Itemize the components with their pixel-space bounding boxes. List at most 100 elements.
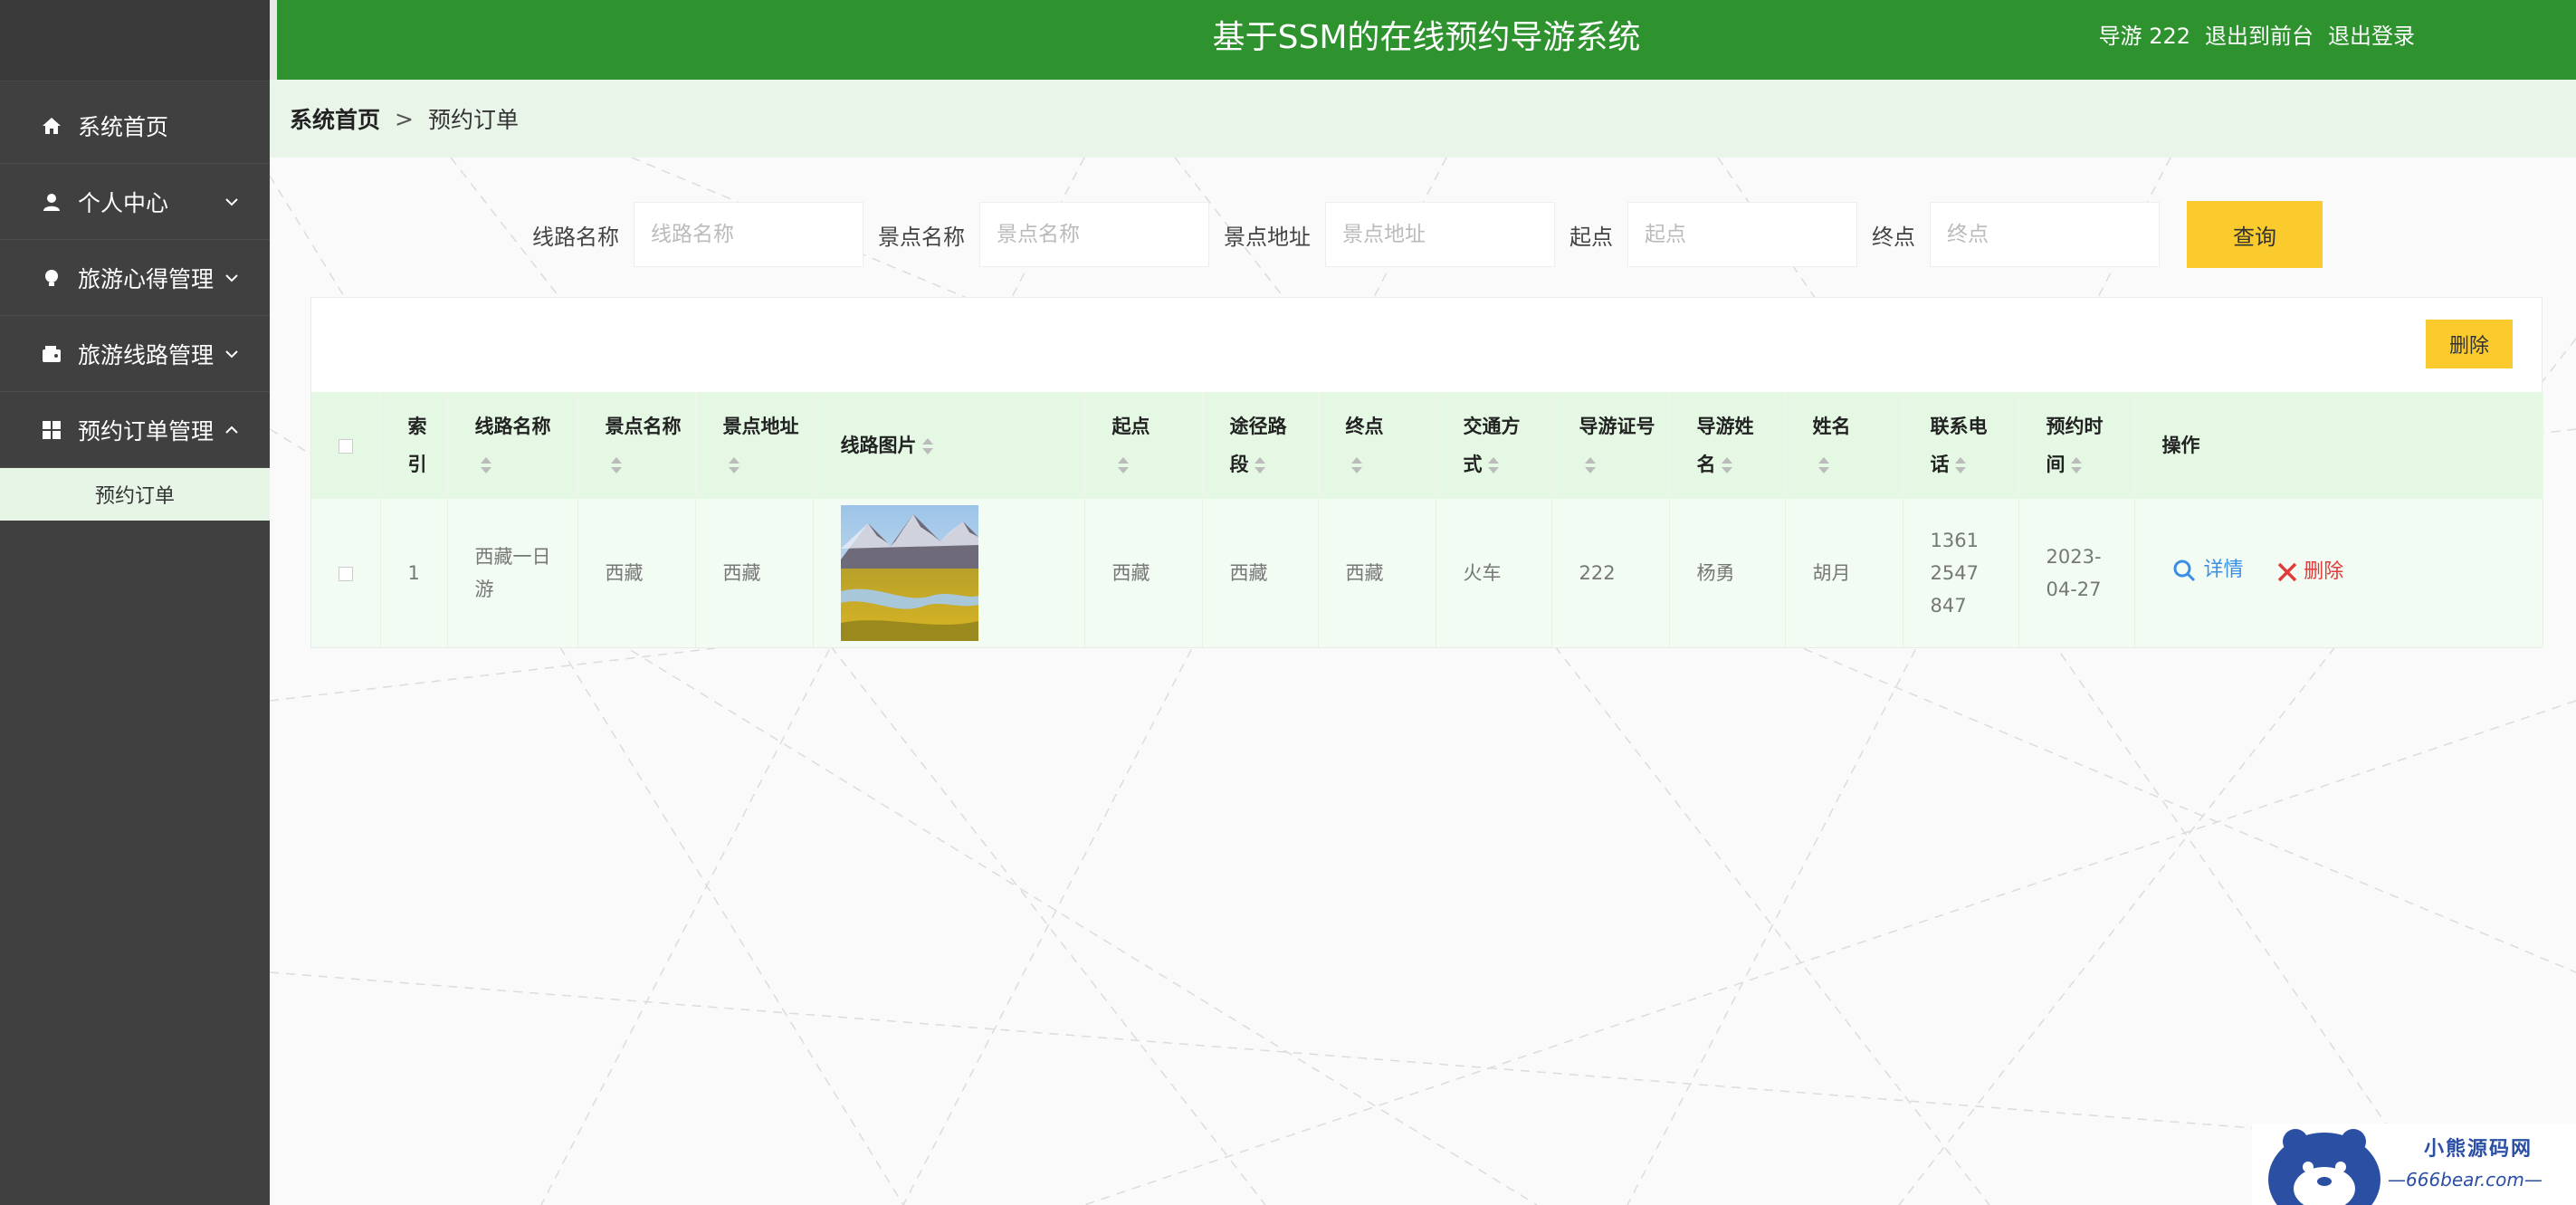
sidebar-item-home[interactable]: 系统首页 xyxy=(0,88,270,164)
col-transport[interactable]: 交通方式 xyxy=(1436,392,1552,499)
col-index: 索引 xyxy=(380,392,448,499)
route-thumbnail[interactable] xyxy=(840,505,978,641)
col-route-name[interactable]: 线路名称 xyxy=(447,392,578,499)
chevron-down-icon xyxy=(225,349,238,358)
watermark-title: 小熊源码网 xyxy=(2424,1138,2533,1161)
col-time[interactable]: 预约时间 xyxy=(2018,392,2135,499)
sort-icon[interactable] xyxy=(1584,457,1596,473)
sidebar-item-label: 预约订单管理 xyxy=(78,417,215,445)
sort-icon[interactable] xyxy=(1254,457,1265,473)
cell-via: 西藏 xyxy=(1202,499,1319,647)
chevron-up-icon xyxy=(225,426,238,434)
row-delete-label: 删除 xyxy=(2304,559,2344,583)
cell-time: 2023-04-27 xyxy=(2018,499,2135,647)
cell-guide-no: 222 xyxy=(1551,499,1670,647)
start-label: 起点 xyxy=(1569,224,1613,250)
sort-icon[interactable] xyxy=(1818,457,1829,473)
sidebar-item-profile[interactable]: 个人中心 xyxy=(0,164,270,240)
row-select-cell[interactable] xyxy=(311,499,381,647)
cell-spot-addr: 西藏 xyxy=(695,499,814,647)
cell-end: 西藏 xyxy=(1318,499,1436,647)
cell-guide-name: 杨勇 xyxy=(1669,499,1786,647)
spot-addr-label: 景点地址 xyxy=(1224,224,1311,250)
col-name[interactable]: 姓名 xyxy=(1785,392,1903,499)
watermark-logo: 小熊源码网 —666bear.com— xyxy=(2252,1124,2576,1205)
col-phone[interactable]: 联系电话 xyxy=(1903,392,2019,499)
col-label: 导游证号 xyxy=(1579,416,1655,437)
phone-value: 13612547847 xyxy=(1930,530,1979,617)
route-name-input[interactable] xyxy=(634,202,863,267)
col-via[interactable]: 途径路段 xyxy=(1202,392,1319,499)
breadcrumb-current: 预约订单 xyxy=(427,107,519,133)
home-icon xyxy=(40,114,63,138)
cell-route-name: 西藏一日游 xyxy=(447,499,578,647)
breadcrumb-home[interactable]: 系统首页 xyxy=(290,102,380,135)
sort-icon[interactable] xyxy=(1721,457,1732,473)
spot-name-label: 景点名称 xyxy=(878,224,965,250)
col-start[interactable]: 起点 xyxy=(1084,392,1203,499)
col-route-img[interactable]: 线路图片 xyxy=(813,392,1085,499)
search-button[interactable]: 查询 xyxy=(2187,201,2323,268)
sort-icon[interactable] xyxy=(2070,457,2082,473)
col-label: 线路名称 xyxy=(474,416,551,437)
sort-icon[interactable] xyxy=(728,457,739,473)
end-label: 终点 xyxy=(1872,224,1915,250)
view-detail-button[interactable]: 详情 xyxy=(2171,554,2244,587)
row-delete-button[interactable]: 删除 xyxy=(2276,556,2343,588)
sort-icon[interactable] xyxy=(480,457,491,473)
sort-icon[interactable] xyxy=(1350,457,1362,473)
sort-icon[interactable] xyxy=(1487,457,1499,473)
breadcrumb: 系统首页 > 预约订单 xyxy=(270,80,2576,158)
sidebar-item-label: 旅游线路管理 xyxy=(78,341,215,368)
sidebar-item-label: 旅游心得管理 xyxy=(78,265,215,292)
col-guide-name[interactable]: 导游姓名 xyxy=(1669,392,1786,499)
sidebar-item-label: 个人中心 xyxy=(78,189,169,216)
col-label: 姓名 xyxy=(1812,416,1851,437)
sort-icon[interactable] xyxy=(1954,457,1966,473)
cell-spot-name: 西藏 xyxy=(577,499,696,647)
chevron-down-icon xyxy=(225,197,238,206)
col-label: 景点地址 xyxy=(722,416,799,437)
chevron-down-icon xyxy=(225,273,238,282)
cell-phone: 13612547847 xyxy=(1903,499,2019,647)
route-name-label: 线路名称 xyxy=(532,224,619,250)
sidebar: 系统首页 个人中心 旅游心得管理 旅游线路管理 预约订单管理 预约订单 xyxy=(0,0,270,1205)
sort-icon[interactable] xyxy=(921,438,933,454)
sidebar-item-orders[interactable]: 预约订单管理 xyxy=(0,392,270,468)
view-detail-label: 详情 xyxy=(2203,558,2244,581)
user-icon xyxy=(40,190,63,214)
col-end[interactable]: 终点 xyxy=(1318,392,1436,499)
sort-icon[interactable] xyxy=(1117,457,1129,473)
col-label: 起点 xyxy=(1111,416,1150,437)
select-all-cell[interactable] xyxy=(311,392,381,499)
cell-transport: 火车 xyxy=(1436,499,1552,647)
bear-logo-icon xyxy=(2268,1129,2380,1205)
sidebar-subitem-orders[interactable]: 预约订单 xyxy=(0,468,270,521)
row-checkbox[interactable] xyxy=(339,567,353,581)
current-user: 导游 222 xyxy=(2098,24,2190,49)
spot-addr-input[interactable] xyxy=(1325,202,1555,267)
sidebar-item-experience[interactable]: 旅游心得管理 xyxy=(0,240,270,316)
sidebar-item-routes[interactable]: 旅游线路管理 xyxy=(0,316,270,392)
logout-link[interactable]: 退出登录 xyxy=(2328,0,2415,80)
table-header-row: 索引 线路名称 景点名称 景点地址 线路图片 起点 途径路段 终点 交通方式 导… xyxy=(311,392,2543,499)
col-spot-name[interactable]: 景点名称 xyxy=(577,392,696,499)
time-value: 2023-04-27 xyxy=(2046,546,2102,600)
spot-name-input[interactable] xyxy=(979,202,1209,267)
sidebar-top xyxy=(0,0,270,81)
cell-name: 胡月 xyxy=(1785,499,1903,647)
top-header: 基于SSM的在线预约导游系统 导游 222 退出到前台 退出登录 xyxy=(270,0,2576,80)
front-link[interactable]: 退出到前台 xyxy=(2205,0,2314,80)
bulk-delete-button[interactable]: 删除 xyxy=(2426,320,2513,368)
start-input[interactable] xyxy=(1627,202,1857,267)
sort-icon[interactable] xyxy=(610,457,622,473)
close-icon xyxy=(2277,562,2297,581)
grid-icon xyxy=(40,418,63,442)
col-label: 线路图片 xyxy=(840,435,917,456)
end-input[interactable] xyxy=(1930,202,2160,267)
cell-route-img xyxy=(813,499,1085,647)
wallet-icon xyxy=(40,342,63,366)
col-guide-no[interactable]: 导游证号 xyxy=(1551,392,1670,499)
col-spot-addr[interactable]: 景点地址 xyxy=(695,392,814,499)
select-all-checkbox[interactable] xyxy=(339,439,353,454)
